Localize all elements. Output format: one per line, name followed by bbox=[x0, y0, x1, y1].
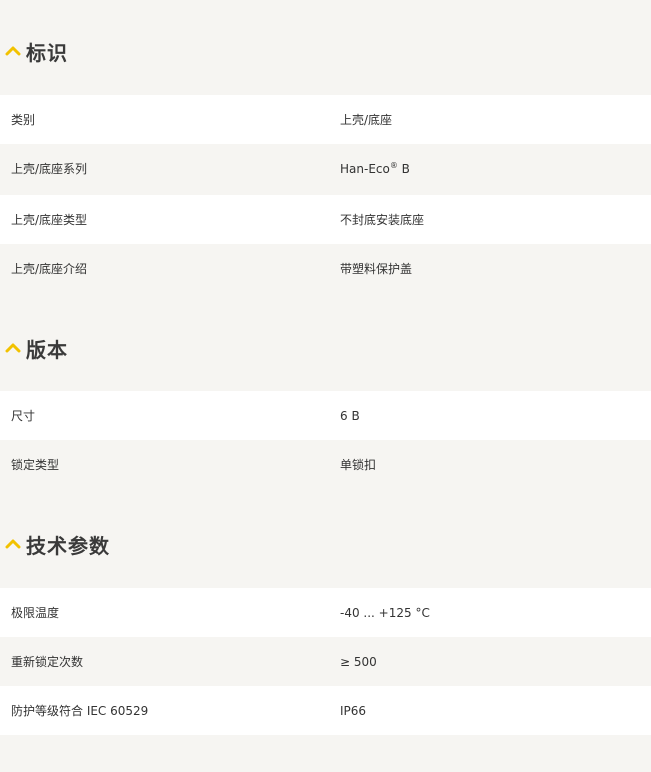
table-row: 上壳/底座介绍 带塑料保护盖 bbox=[0, 244, 651, 293]
series-suffix: B bbox=[397, 161, 410, 176]
table-row: 重新锁定次数 ≥ 500 bbox=[0, 637, 651, 686]
row-value: IP66 bbox=[340, 703, 367, 718]
table-row: 上壳/底座系列 Han-Eco® B bbox=[0, 144, 651, 193]
product-spec-page: 标识 类别 上壳/底座 上壳/底座系列 Han-Eco® B 上壳/底座类型 不… bbox=[0, 0, 651, 772]
row-label: 重新锁定次数 bbox=[11, 655, 84, 669]
series-name: Han-Eco bbox=[340, 161, 390, 176]
table-row: 极限温度 -40 ... +125 °C bbox=[0, 588, 651, 637]
chevron-up-icon[interactable] bbox=[0, 328, 26, 368]
row-label: 上壳/底座系列 bbox=[11, 162, 88, 176]
row-value: 带塑料保护盖 bbox=[340, 262, 413, 276]
section-header-technical-data[interactable]: 技术参数 bbox=[0, 524, 110, 564]
chevron-up-icon[interactable] bbox=[0, 524, 26, 564]
row-value: 上壳/底座 bbox=[340, 113, 393, 127]
table-row: 防护等级符合 IEC 60529 IP66 bbox=[0, 686, 651, 735]
row-value: 6 B bbox=[340, 408, 360, 423]
section-header-version[interactable]: 版本 bbox=[0, 328, 68, 368]
row-label: 极限温度 bbox=[11, 606, 60, 620]
section-header-identification[interactable]: 标识 bbox=[0, 31, 68, 71]
chevron-up-icon[interactable] bbox=[0, 31, 26, 71]
table-row: 类别 上壳/底座 bbox=[0, 95, 651, 144]
row-value: ≥ 500 bbox=[340, 654, 377, 669]
row-label: 类别 bbox=[11, 113, 36, 127]
row-label: 上壳/底座类型 bbox=[11, 213, 88, 227]
table-row: 上壳/底座类型 不封底安装底座 bbox=[0, 195, 651, 244]
row-value: -40 ... +125 °C bbox=[340, 605, 430, 620]
table-row: 尺寸 6 B bbox=[0, 391, 651, 440]
row-label: 尺寸 bbox=[11, 409, 36, 423]
registered-mark: ® bbox=[389, 160, 398, 170]
section-title: 技术参数 bbox=[26, 533, 110, 558]
table-row: 锁定类型 单锁扣 bbox=[0, 440, 651, 489]
section-title: 标识 bbox=[26, 40, 68, 65]
section-title: 版本 bbox=[26, 337, 68, 362]
row-value: 不封底安装底座 bbox=[340, 213, 425, 227]
row-label: 防护等级符合 IEC 60529 bbox=[11, 704, 149, 718]
row-value: Han-Eco® B bbox=[340, 160, 410, 176]
row-value: 单锁扣 bbox=[340, 458, 377, 472]
row-label: 锁定类型 bbox=[11, 458, 60, 472]
row-label: 上壳/底座介绍 bbox=[11, 262, 88, 276]
